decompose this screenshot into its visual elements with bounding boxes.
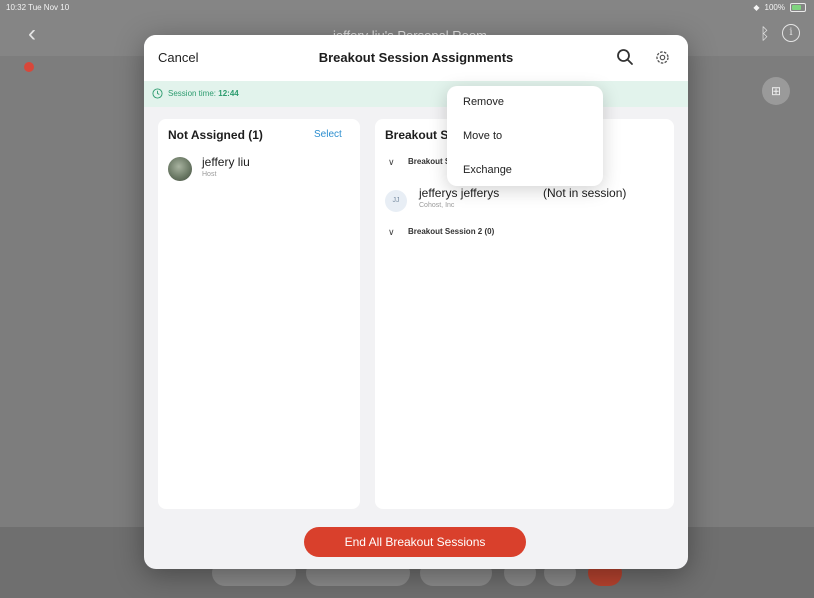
session-time-value: 12:44 <box>218 89 239 98</box>
chevron-down-icon[interactable]: ∨ <box>388 227 395 238</box>
breakout-session-2-header[interactable]: Breakout Session 2 (0) <box>408 227 494 236</box>
not-assigned-title: Not Assigned (1) <box>168 128 263 142</box>
battery-icon <box>790 3 806 12</box>
gear-icon[interactable] <box>654 49 671 66</box>
participant-role: Host <box>202 171 217 178</box>
chevron-down-icon[interactable]: ∨ <box>388 157 395 168</box>
battery-percent: 100% <box>764 3 785 12</box>
wifi-icon: ◆ <box>753 3 760 12</box>
menu-item-move-to[interactable]: Move to <box>463 130 502 142</box>
cancel-button[interactable]: Cancel <box>158 50 198 65</box>
participant-company: Cohost, Inc <box>419 202 455 209</box>
participant-status: (Not in session) <box>543 186 627 200</box>
breakout-assignments-modal: Cancel Breakout Session Assignments Sess… <box>144 35 688 569</box>
session-time-text: Session time: 12:44 <box>168 89 239 98</box>
participant-name: jeffery liu <box>202 155 250 169</box>
end-all-breakout-sessions-button[interactable]: End All Breakout Sessions <box>304 527 526 557</box>
session-time-label: Session time: <box>168 89 217 98</box>
back-chevron-icon[interactable]: ‹ <box>28 22 36 46</box>
participant-context-menu: Remove Move to Exchange <box>447 86 603 186</box>
info-icon[interactable]: i <box>782 24 800 42</box>
clock-icon <box>152 88 163 99</box>
layout-grid-button[interactable]: ⊞ <box>762 77 790 105</box>
select-button[interactable]: Select <box>314 129 342 140</box>
status-indicators: ◆ 100% <box>753 3 806 12</box>
recording-indicator-icon <box>24 62 34 72</box>
menu-item-remove[interactable]: Remove <box>463 96 504 108</box>
status-time: 10:32 Tue Nov 10 <box>6 3 70 12</box>
avatar <box>168 157 192 181</box>
menu-item-exchange[interactable]: Exchange <box>463 164 512 176</box>
participant-name: jefferys jefferys <box>419 186 500 200</box>
modal-header: Cancel Breakout Session Assignments <box>144 35 688 81</box>
avatar: JJ <box>385 190 407 212</box>
modal-title: Breakout Session Assignments <box>318 50 514 65</box>
not-assigned-panel: Not Assigned (1) Select jeffery liu Host <box>158 119 360 509</box>
session-time-bar: Session time: 12:44 <box>144 81 688 107</box>
search-icon[interactable] <box>616 48 634 66</box>
status-bar: 10:32 Tue Nov 10 ◆ 100% <box>0 0 814 16</box>
bluetooth-icon[interactable]: ᛒ <box>760 26 770 44</box>
